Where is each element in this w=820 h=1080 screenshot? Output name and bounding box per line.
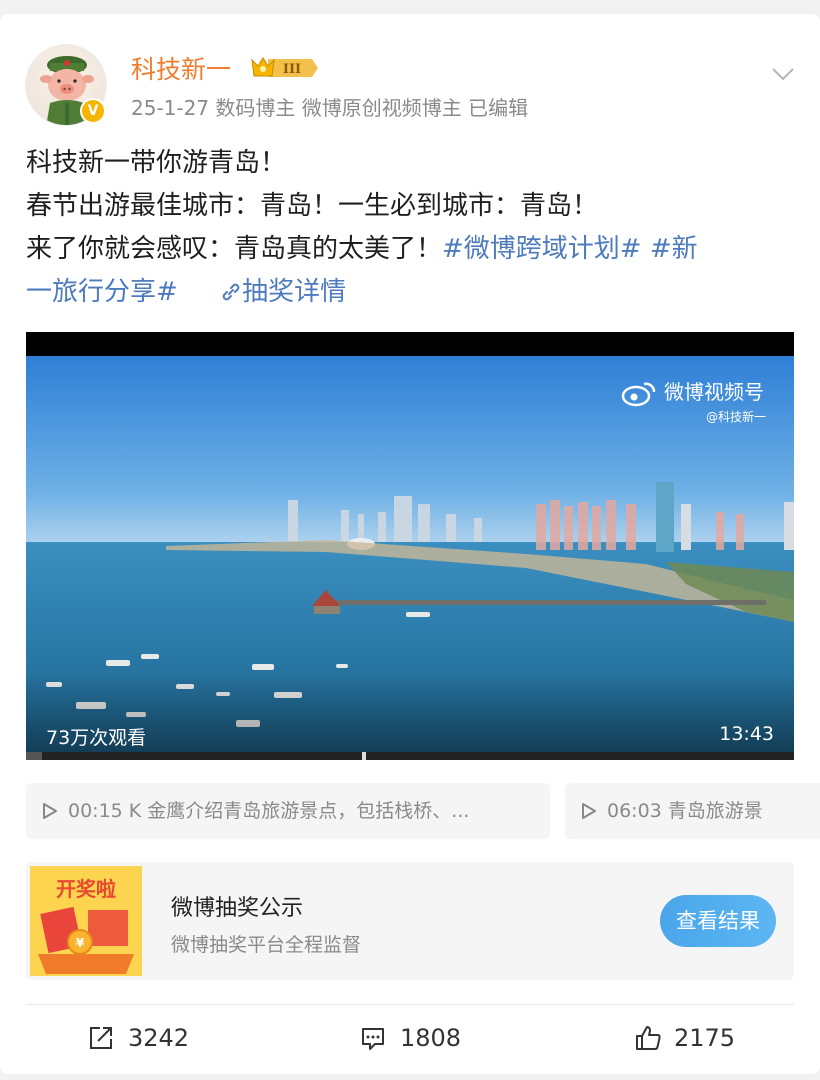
vip-crown-icon[interactable]: III <box>248 54 320 82</box>
link-icon <box>222 283 240 301</box>
chapter-item[interactable]: 06:03 青岛旅游景 <box>565 783 820 839</box>
video-duration: 13:43 <box>719 723 774 745</box>
lottery-title: 微博抽奖公示 <box>171 896 304 921</box>
lottery-badge-text: 开奖啦 <box>56 877 116 901</box>
post-text-line: 科技新一带你游青岛！ <box>26 148 287 178</box>
view-count: 73万次观看 <box>46 727 147 749</box>
play-icon <box>582 803 596 819</box>
lottery-subtitle: 微博抽奖平台全程监督 <box>171 934 362 956</box>
view-result-button[interactable]: 查看结果 <box>660 895 776 947</box>
repost-icon <box>90 1027 112 1049</box>
verified-icon: V <box>80 98 106 124</box>
gift-box-icon: 开奖啦 ¥ <box>30 866 142 976</box>
post-meta: 25-1-27 数码博主 微博原创视频博主 已编辑 <box>131 96 529 120</box>
post-text-line: 春节出游最佳城市：青岛！一生必到城市：青岛！ <box>26 191 599 221</box>
username[interactable]: 科技新一 <box>131 50 231 86</box>
topic-tag-cross-domain[interactable]: #微博跨域计划# <box>442 234 642 264</box>
post-text-line: 一旅行分享# 抽奖详情 <box>26 271 796 314</box>
chapter-label: 00:15 K 金鹰介绍青岛旅游景点，包括栈桥、... <box>68 800 470 822</box>
like-count: 2175 <box>674 1024 736 1052</box>
svg-text:¥: ¥ <box>76 936 85 950</box>
video-watermark: 微博视频号 <box>664 380 764 404</box>
divider <box>26 1004 794 1005</box>
comment-count: 1808 <box>400 1024 462 1052</box>
video-chapters: 00:15 K 金鹰介绍青岛旅游景点，包括栈桥、... 06:03 青岛旅游景 <box>26 783 820 839</box>
lottery-image: 开奖啦 ¥ <box>30 866 142 976</box>
video-player[interactable]: 微博视频号 @科技新一 73万次观看 13:43 <box>26 332 794 760</box>
chapter-label: 06:03 青岛旅游景 <box>607 800 763 822</box>
weibo-post-card: V 科技新一 III 25-1-27 数码博主 微博原创视频博主 已编辑 科技新… <box>0 14 820 1074</box>
lottery-link-label: 抽奖详情 <box>242 277 347 307</box>
topic-tag-travel-end[interactable]: 一旅行分享# <box>26 277 178 307</box>
repost-count: 3242 <box>128 1024 190 1052</box>
comment-icon <box>362 1028 384 1050</box>
post-text-segment: 来了你就会感叹：青岛真的太美了！ <box>26 234 443 264</box>
chapter-item[interactable]: 00:15 K 金鹰介绍青岛旅游景点，包括栈桥、... <box>26 783 550 839</box>
lottery-link[interactable]: 抽奖详情 <box>220 277 346 307</box>
thumbs-up-icon <box>636 1026 661 1050</box>
badge-level: III <box>283 62 301 77</box>
topic-tag-travel-start[interactable]: #新 <box>642 234 698 264</box>
video-watermark-handle: @科技新一 <box>706 410 767 424</box>
lottery-announcement-card[interactable]: 开奖啦 ¥ 微博抽奖公示 微博抽奖平台全程监督 查看结果 <box>26 862 794 980</box>
play-icon <box>43 803 57 819</box>
post-text-line: 来了你就会感叹：青岛真的太美了！#微博跨域计划# #新 <box>26 228 796 271</box>
post-content: 科技新一带你游青岛！ 春节出游最佳城市：青岛！一生必到城市：青岛！ 来了你就会感… <box>26 142 796 314</box>
chevron-down-icon[interactable] <box>770 64 796 84</box>
